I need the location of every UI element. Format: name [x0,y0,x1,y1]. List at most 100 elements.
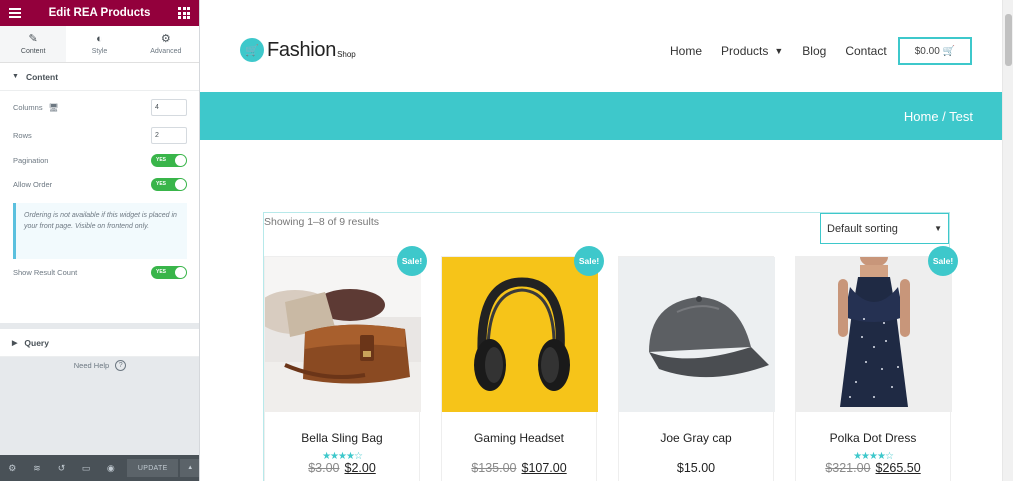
navigator-icon[interactable]: ≋ [25,455,50,481]
pagination-toggle-state: YES [156,157,167,163]
old-price: $135.00 [471,461,517,475]
product-card[interactable]: Sale! Bella Sling Bag ★★★★☆ $3.00 $2.00 [264,246,427,481]
cart-total: $0.00 [914,45,940,57]
panel-body: ▼ Content Columns 🖥 4 Rows 2 Pagination Y… [0,63,199,455]
cart-icon: 🛒 [942,45,956,57]
chevron-up-icon[interactable]: ▲ [180,459,199,477]
pagination-label: Pagination [13,156,49,165]
sorting-value: Default sorting [827,222,898,235]
old-price: $321.00 [825,461,871,475]
pagination-control: Pagination YES [13,154,187,167]
sale-badge: Sale! [928,246,958,276]
old-price: $3.00 [308,461,340,475]
tab-style[interactable]: ◐ Style [66,26,132,62]
product-name[interactable]: Bella Sling Bag [265,431,419,445]
nav-home[interactable]: Home [670,44,702,58]
question-icon: ? [115,360,127,371]
nav-products-label: Products [721,44,769,58]
rows-control: Rows 2 [13,127,187,144]
need-help-label: Need Help [73,361,110,370]
product-image-dress[interactable] [796,257,952,412]
panel-tabs: ✎ Content ◐ Style ⚙ Advanced [0,26,199,63]
show-result-count-toggle[interactable]: YES [151,266,187,279]
query-section-title: Query [24,337,49,348]
scrollbar-thumb[interactable] [1005,14,1012,66]
page-preview: 🛒 Fashion Shop Home Products ▼ Blog Conta… [200,0,1013,481]
settings-icon[interactable]: ⚙ [0,455,25,481]
cart-button[interactable]: $0.00 🛒 [898,37,972,65]
tab-advanced-label: Advanced [150,47,182,55]
responsive-icon[interactable]: ▭ [74,455,99,481]
gear-icon: ⚙ [160,32,171,45]
panel-footer: ⚙ ≋ ↺ ▭ ◉ UPDATE ▲ [0,455,199,481]
price: $15.00 [676,461,716,475]
nav-contact[interactable]: Contact [845,44,886,58]
preview-scrollbar[interactable] [1002,0,1013,481]
nav-blog[interactable]: Blog [802,44,826,58]
caret-down-icon: ▼ [774,46,784,56]
need-help-link[interactable]: Need Help ? [0,360,199,371]
pencil-icon: ✎ [28,32,38,45]
products-widget[interactable]: Showing 1–8 of 9 results Default sorting… [263,212,958,481]
caret-down-icon: ▼ [12,73,19,80]
allow-order-control: Allow Order YES [13,178,187,191]
pagination-toggle[interactable]: YES [151,154,187,167]
panel-title: Edit REA Products [48,7,151,19]
allow-order-toggle[interactable]: YES [151,178,187,191]
tab-advanced[interactable]: ⚙ Advanced [133,26,199,62]
content-section-title: Content [25,71,59,82]
product-name[interactable]: Gaming Headset [442,431,596,445]
columns-control: Columns 🖥 4 [13,99,187,116]
show-result-count-label: Show Result Count [13,268,78,277]
menu-icon[interactable] [9,8,21,18]
main-nav: Home Products ▼ Blog Contact [670,44,906,58]
page-banner: Home / Test [200,92,1013,140]
product-name[interactable]: Polka Dot Dress [796,431,950,445]
result-count: Showing 1–8 of 9 results [264,216,379,228]
panel-header: Edit REA Products [0,0,199,26]
product-price: $321.00 $265.50 [796,461,950,475]
rows-label: Rows [13,131,32,140]
query-section-toggle[interactable]: ▶ Query [0,329,199,357]
sale-price: $2.00 [344,461,376,475]
breadcrumb: Home / Test [903,109,973,124]
product-image-headset[interactable] [442,257,598,412]
product-card[interactable]: Sale! Gaming Headset $135.00 $107.00 [441,246,604,481]
site-logo[interactable]: 🛒 Fashion Shop [240,38,356,62]
editor-app: Edit REA Products ✎ Content ◐ Style ⚙ Ad… [0,0,1024,481]
sale-badge: Sale! [397,246,427,276]
widgets-grid-icon[interactable] [178,7,190,19]
update-button[interactable]: UPDATE [127,459,179,477]
editor-panel: Edit REA Products ✎ Content ◐ Style ⚙ Ad… [0,0,200,481]
caret-right-icon: ▶ [12,339,18,347]
ordering-notice: Ordering is not available if this widget… [13,203,187,259]
product-image-cap[interactable] [619,257,775,412]
tab-style-label: Style [91,47,108,55]
desktop-icon[interactable]: 🖥 [49,103,59,112]
result-count-control: Show Result Count YES [13,266,187,279]
sorting-select[interactable]: Default sorting ▼ [820,213,949,244]
content-section-toggle[interactable]: ▼ Content [0,63,199,91]
nav-products[interactable]: Products ▼ [721,44,783,58]
half-circle-icon: ◐ [96,32,103,45]
product-name[interactable]: Joe Gray cap [619,431,773,445]
cart-logo-icon: 🛒 [240,38,264,62]
rows-input[interactable]: 2 [151,127,187,144]
columns-input[interactable]: 4 [151,99,187,116]
preview-eye-icon[interactable]: ◉ [99,455,124,481]
product-card[interactable]: Joe Gray cap $15.00 [618,256,775,481]
tab-content-label: Content [20,47,46,55]
chevron-down-icon: ▼ [934,224,942,233]
history-icon[interactable]: ↺ [49,455,74,481]
tab-content[interactable]: ✎ Content [0,26,67,62]
logo-sub: Shop [337,50,356,59]
allow-order-toggle-state: YES [156,181,167,187]
sale-price: $107.00 [521,461,567,475]
product-price: $15.00 [619,461,773,475]
sale-badge: Sale! [574,246,604,276]
columns-label: Columns [13,103,43,112]
content-section: Columns 🖥 4 Rows 2 Pagination YES Allow O… [0,91,199,323]
product-image-bag[interactable] [265,257,421,412]
logo-word: Fashion [267,38,337,61]
product-card[interactable]: Sale! Polka Dot Dress ★★★★☆ $321.00 $265… [795,246,958,481]
